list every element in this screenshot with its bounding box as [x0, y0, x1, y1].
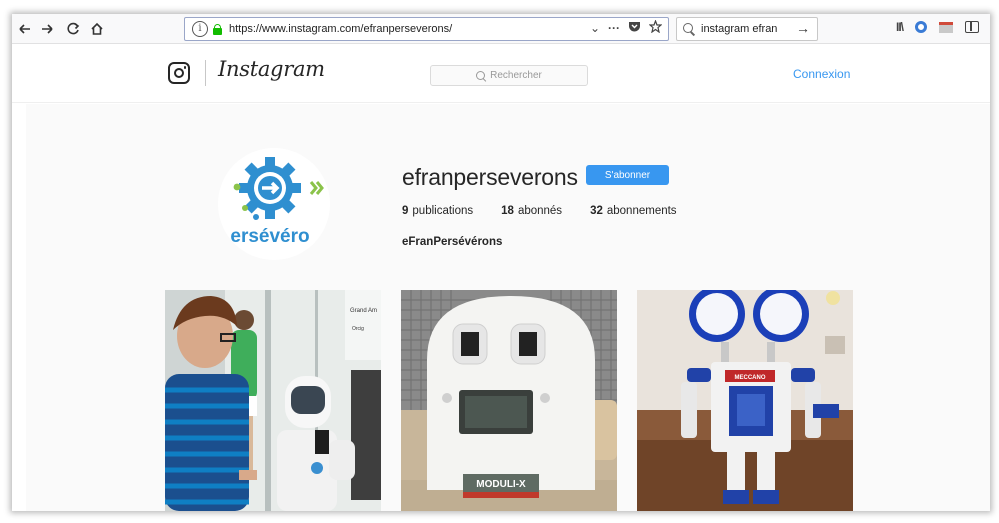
search-placeholder: Rechercher: [490, 70, 542, 81]
url-text[interactable]: https://www.instagram.com/efranpersevero…: [229, 23, 452, 35]
profile-username: efranperseverons: [402, 164, 578, 190]
following-label: abonnements: [606, 205, 677, 217]
robot-label-moduli: MODULI-X: [476, 479, 526, 490]
search-icon: [683, 23, 695, 35]
sign-text-1: Grand Am: [350, 308, 377, 314]
profile-full-name: eFranPersévérons: [402, 236, 503, 248]
pocket-icon[interactable]: [628, 21, 641, 36]
post-thumbnail-1[interactable]: Grand Am Orcig: [165, 290, 381, 511]
reload-icon[interactable]: [62, 18, 84, 40]
robot-label-meccano: MECCANO: [735, 375, 766, 381]
profile-stats: 9 publications 18 abonnés 32 abonnements: [402, 205, 705, 217]
screenshot-icon[interactable]: [939, 21, 954, 33]
logo-divider: [205, 60, 206, 86]
follow-button[interactable]: S'abonner: [586, 165, 669, 185]
browser-search-text[interactable]: instagram efran: [701, 23, 777, 35]
followers-label: abonnés: [517, 205, 563, 217]
instagram-search-input[interactable]: Rechercher: [430, 65, 588, 86]
back-arrow-icon[interactable]: [14, 18, 36, 40]
posts-label: publications: [412, 205, 474, 217]
post-thumbnail-2[interactable]: MODULI-X: [401, 290, 617, 511]
info-icon[interactable]: i: [192, 21, 208, 37]
browser-window: i https://www.instagram.com/efranperseve…: [12, 14, 990, 511]
avatar[interactable]: ersévéro: [218, 148, 330, 260]
dropdown-icon[interactable]: ⌄: [590, 21, 600, 35]
lock-icon: [213, 23, 222, 35]
login-link[interactable]: Connexion: [793, 67, 850, 81]
following-count: 32: [590, 205, 603, 217]
instagram-camera-icon[interactable]: [168, 62, 190, 84]
instagram-header: Instagram Rechercher Connexion: [12, 45, 990, 103]
sign-text-2: Orcig: [352, 326, 364, 332]
followers-count: 18: [501, 205, 514, 217]
posts-count: 9: [402, 205, 409, 217]
go-arrow-icon[interactable]: →: [796, 20, 810, 36]
bookmark-star-icon[interactable]: [648, 19, 663, 36]
following-stat[interactable]: 32 abonnements: [590, 205, 677, 217]
post-thumbnail-3[interactable]: MECCANO: [637, 290, 853, 511]
posts-stat: 9 publications: [402, 205, 473, 217]
sidebar-icon[interactable]: [965, 21, 980, 33]
followers-stat[interactable]: 18 abonnés: [501, 205, 562, 217]
home-icon[interactable]: [86, 18, 108, 40]
instagram-wordmark[interactable]: Instagram: [218, 57, 325, 81]
extension-icon[interactable]: [915, 21, 928, 33]
forward-arrow-icon[interactable]: [36, 18, 58, 40]
library-icon[interactable]: II\: [896, 20, 904, 34]
browser-toolbar: i https://www.instagram.com/efranperseve…: [12, 14, 990, 44]
avatar-text: ersévéro: [230, 226, 309, 247]
search-icon: [476, 71, 486, 80]
browser-search-field[interactable]: instagram efran →: [676, 17, 818, 41]
profile-page: ersévéro efranperseverons S'abonner 9 pub…: [26, 104, 990, 511]
page-actions-icon[interactable]: ···: [608, 21, 620, 35]
url-bar[interactable]: i https://www.instagram.com/efranperseve…: [184, 17, 669, 41]
